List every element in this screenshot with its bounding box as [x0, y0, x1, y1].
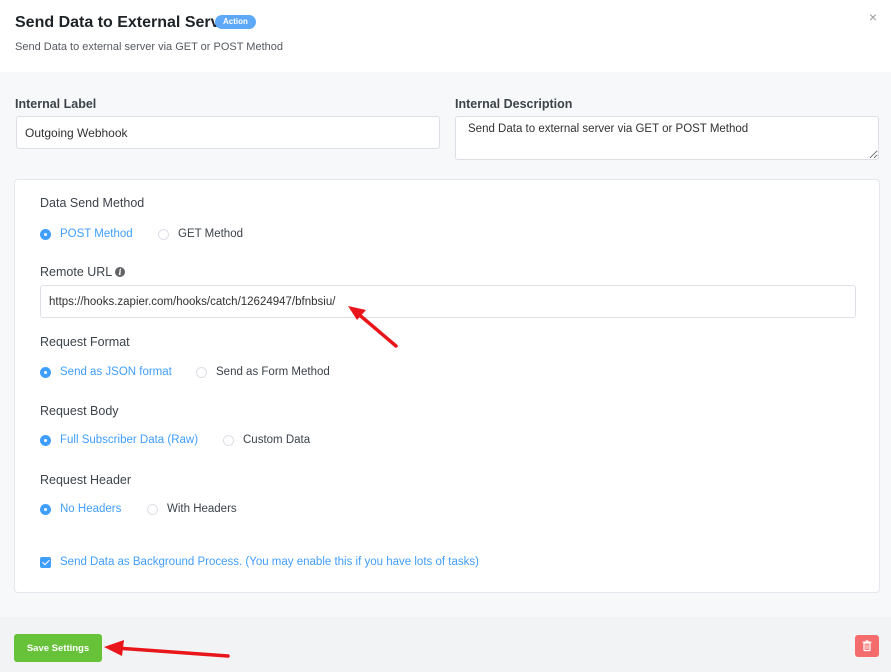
save-settings-button[interactable]: Save Settings	[14, 634, 102, 662]
radio-form-method[interactable]: Send as Form Method	[196, 366, 330, 378]
radio-label: Full Subscriber Data (Raw)	[60, 434, 199, 446]
radio-custom-data[interactable]: Custom Data	[223, 434, 310, 446]
radio-no-headers[interactable]: No Headers	[40, 503, 121, 515]
modal-footer: Save Settings	[0, 617, 891, 672]
background-process-checkbox[interactable]	[40, 556, 51, 568]
radio-label: GET Method	[178, 228, 243, 240]
close-icon[interactable]: ×	[866, 10, 880, 24]
radio-label: Send as Form Method	[216, 366, 330, 378]
internal-label-input[interactable]	[16, 116, 440, 149]
radio-dot	[40, 434, 51, 446]
request-header-label: Request Header	[40, 473, 132, 487]
action-badge: Action	[215, 15, 256, 29]
radio-label: With Headers	[167, 503, 237, 515]
radio-json-format[interactable]: Send as JSON format	[40, 366, 172, 378]
internal-description-title: Internal Description	[455, 97, 573, 111]
background-process-label: Send Data as Background Process. (You ma…	[60, 556, 479, 568]
radio-dot	[40, 228, 51, 240]
modal-title: Send Data to External Server	[15, 14, 235, 31]
radio-dot	[158, 228, 169, 240]
radio-dot	[147, 503, 158, 515]
settings-card: Data Send Method POST Method GET Method …	[14, 179, 880, 593]
radio-dot	[40, 503, 51, 515]
radio-dot	[223, 434, 234, 446]
radio-full-subscriber-data[interactable]: Full Subscriber Data (Raw)	[40, 434, 198, 446]
request-format-label: Request Format	[40, 335, 130, 349]
radio-label: POST Method	[60, 228, 133, 240]
delete-button[interactable]	[855, 635, 879, 657]
remote-url-input[interactable]	[40, 285, 856, 318]
modal-header: Send Data to External Server Action Send…	[0, 0, 891, 72]
modal-subtitle: Send Data to external server via GET or …	[15, 41, 283, 53]
remote-url-label: Remote URL	[40, 265, 113, 279]
radio-get-method[interactable]: GET Method	[158, 228, 243, 240]
radio-dot	[40, 366, 51, 378]
info-icon[interactable]: i	[115, 267, 125, 277]
internal-description-textarea[interactable]: Send Data to external server via GET or …	[455, 116, 879, 160]
radio-label: Custom Data	[243, 434, 311, 446]
data-send-method-label: Data Send Method	[40, 196, 145, 210]
radio-dot	[196, 366, 207, 378]
trash-icon	[862, 640, 872, 652]
radio-with-headers[interactable]: With Headers	[147, 503, 237, 515]
radio-post-method[interactable]: POST Method	[40, 228, 133, 240]
request-body-label: Request Body	[40, 404, 119, 418]
internal-label-title: Internal Label	[15, 97, 97, 111]
radio-label: Send as JSON format	[60, 366, 172, 378]
radio-label: No Headers	[60, 503, 122, 515]
background-process-checkbox-row[interactable]: Send Data as Background Process. (You ma…	[40, 556, 479, 568]
